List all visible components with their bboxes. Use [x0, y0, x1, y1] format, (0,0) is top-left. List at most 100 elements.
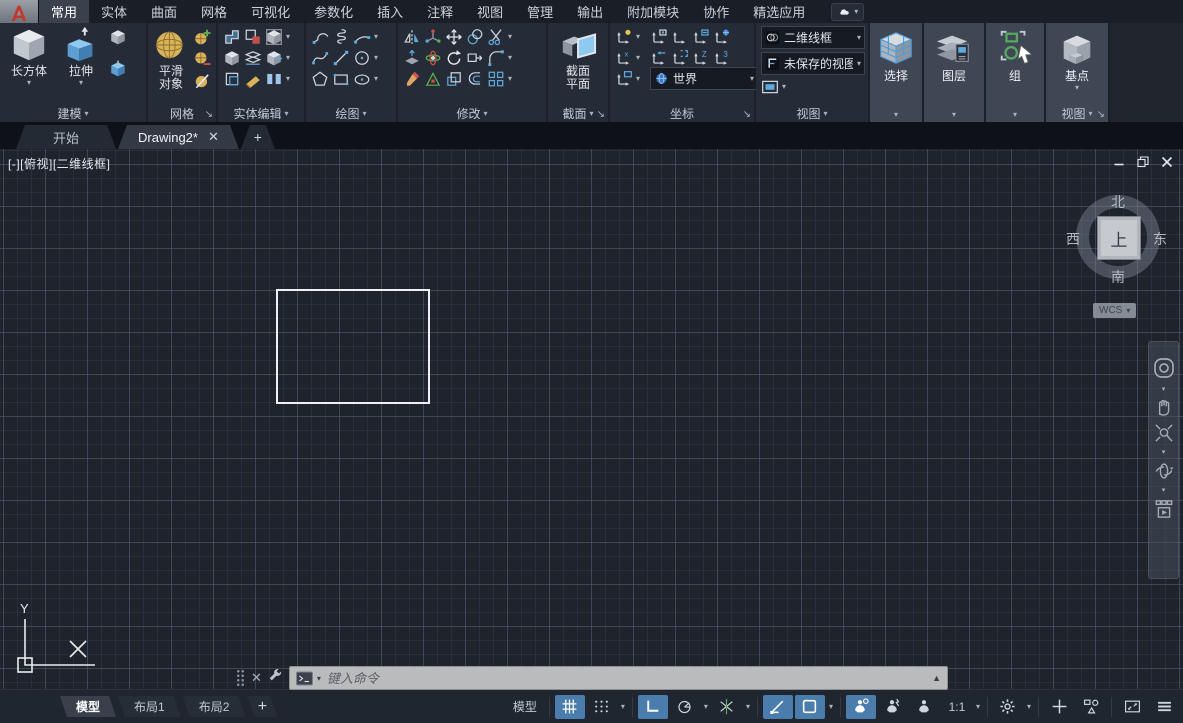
section-plane-button[interactable]: 截面 平面: [555, 26, 601, 91]
chevron-down-icon[interactable]: ▾: [374, 75, 378, 83]
chevron-down-icon[interactable]: ▾: [374, 54, 378, 62]
chevron-down-icon[interactable]: ▾: [1013, 111, 1017, 119]
named-view-combo[interactable]: 未保存的视图▾: [761, 52, 865, 75]
polar-tracking-toggle[interactable]: [670, 695, 700, 719]
ucs-axis-icon[interactable]: [671, 28, 689, 46]
chevron-down-icon[interactable]: ▾: [744, 702, 752, 711]
polysolid-icon[interactable]: [109, 60, 127, 78]
chevron-down-icon[interactable]: ▾: [827, 702, 835, 711]
erase-icon[interactable]: [403, 70, 421, 88]
chevron-down-icon[interactable]: ▾: [974, 702, 982, 711]
ucs-x-icon[interactable]: x: [615, 49, 633, 67]
mesh-refine-icon[interactable]: [193, 72, 211, 90]
snap-toggle[interactable]: [587, 695, 617, 719]
3d-move-gizmo-icon[interactable]: [424, 28, 442, 46]
ribbon-tab-surface[interactable]: 曲面: [139, 0, 189, 23]
ribbon-tab-mesh[interactable]: 网格: [189, 0, 239, 23]
object-snap-tracking-toggle[interactable]: [712, 695, 742, 719]
drawn-rectangle[interactable]: [276, 289, 430, 404]
interfere-icon[interactable]: [265, 28, 283, 46]
chevron-down-icon[interactable]: ▾: [636, 54, 640, 62]
cloud-menu-button[interactable]: ▾: [831, 3, 864, 21]
panel-label-solid-editing[interactable]: 实体编辑▾: [218, 105, 304, 122]
annotation-scale-button[interactable]: [910, 695, 940, 719]
mirror-icon[interactable]: [403, 28, 421, 46]
panel-label-coordinates[interactable]: 坐标: [610, 105, 754, 122]
ortho-toggle[interactable]: [638, 695, 668, 719]
panel-label-view[interactable]: 视图▾: [756, 105, 868, 122]
panel-view-2[interactable]: 基点 ▾ 视图▾ ↘: [1046, 23, 1110, 122]
chevron-down-icon[interactable]: ▾: [619, 702, 627, 711]
workspace-switch-button[interactable]: [993, 695, 1023, 719]
customize-wrench-icon[interactable]: [268, 668, 283, 688]
customization-menu-button[interactable]: [1149, 695, 1179, 719]
line-icon[interactable]: [332, 49, 350, 67]
ucs-z-axis-icon[interactable]: Z: [692, 49, 710, 67]
chevron-down-icon[interactable]: ▾: [1162, 385, 1166, 393]
panel-label-modify[interactable]: 修改▾: [398, 105, 546, 122]
fillet-icon[interactable]: [487, 49, 505, 67]
spline-icon[interactable]: [311, 49, 329, 67]
chevron-down-icon[interactable]: ▾: [894, 111, 898, 119]
ucs-object-icon[interactable]: [671, 49, 689, 67]
restore-icon[interactable]: [1137, 156, 1149, 168]
smooth-more-icon[interactable]: [193, 28, 211, 46]
shell-icon[interactable]: [223, 70, 241, 88]
navigation-wheel-icon[interactable]: [1152, 356, 1176, 380]
ucs-origin-icon[interactable]: [650, 28, 668, 46]
rectangle-icon[interactable]: [332, 70, 350, 88]
stretch-icon[interactable]: [466, 49, 484, 67]
ribbon-tab-manage[interactable]: 管理: [515, 0, 565, 23]
presspull-icon[interactable]: [109, 28, 127, 46]
viewcube-top-face[interactable]: 上: [1097, 216, 1141, 260]
chevron-down-icon[interactable]: ▾: [1025, 702, 1033, 711]
ribbon-tab-annotate[interactable]: 注释: [415, 0, 465, 23]
viewcube-west[interactable]: 西: [1066, 229, 1080, 249]
orbit-icon[interactable]: [1154, 461, 1174, 481]
ucs-world-icon[interactable]: [713, 28, 731, 46]
scale-icon[interactable]: [445, 70, 463, 88]
chevron-down-icon[interactable]: ▾: [1162, 486, 1166, 494]
panel-layers[interactable]: 图层 ▾: [924, 23, 986, 122]
close-icon[interactable]: [1161, 156, 1173, 168]
app-logo-button[interactable]: [0, 0, 39, 23]
ucs-combo[interactable]: 世界▾: [650, 67, 758, 90]
panel-selection[interactable]: 选择 ▾: [870, 23, 924, 122]
thicken-icon[interactable]: [244, 49, 262, 67]
extrude-button[interactable]: 拉伸▾: [57, 26, 105, 87]
ucs-view-icon[interactable]: [615, 70, 633, 88]
close-icon[interactable]: ✕: [208, 129, 219, 145]
annotation-visibility-toggle[interactable]: [846, 695, 876, 719]
layout-tab-layout1[interactable]: 布局1: [118, 696, 181, 717]
chevron-down-icon[interactable]: ▾: [508, 33, 512, 41]
annotation-scale-value[interactable]: 1:1: [942, 695, 972, 719]
new-layout-button[interactable]: +: [247, 696, 277, 717]
panel-launcher-icon[interactable]: ↘: [743, 110, 751, 120]
ribbon-tab-home[interactable]: 常用: [39, 0, 89, 23]
command-prompt-icon[interactable]: [296, 671, 313, 686]
zoom-extents-icon[interactable]: [1154, 423, 1174, 443]
wcs-dropdown[interactable]: WCS▾: [1093, 303, 1136, 318]
chevron-down-icon[interactable]: ▾: [286, 33, 290, 41]
panel-launcher-icon[interactable]: ↘: [1097, 110, 1105, 120]
chevron-down-icon[interactable]: ▾: [782, 83, 786, 91]
file-tab-start[interactable]: 开始: [16, 125, 116, 149]
arc-icon[interactable]: [353, 28, 371, 46]
ucs-3point-icon[interactable]: 3: [713, 49, 731, 67]
polygon-icon[interactable]: [311, 70, 329, 88]
3d-rotate-gizmo-icon[interactable]: [424, 49, 442, 67]
ribbon-tab-view[interactable]: 视图: [465, 0, 515, 23]
array-icon[interactable]: [487, 70, 505, 88]
viewport-controls[interactable]: [-][俯视][二维线框]: [8, 155, 111, 172]
chevron-down-icon[interactable]: ▾: [952, 111, 956, 119]
visual-style-combo[interactable]: 二维线框▾: [761, 26, 865, 49]
command-history-up-icon[interactable]: ▲: [932, 673, 941, 683]
panel-launcher-icon[interactable]: ↘: [205, 110, 213, 120]
smooth-object-button[interactable]: 平滑 对象: [153, 26, 189, 91]
show-motion-icon[interactable]: [1154, 499, 1174, 519]
viewport-config-icon[interactable]: [761, 78, 779, 96]
ribbon-tab-insert[interactable]: 插入: [365, 0, 415, 23]
subtract-icon[interactable]: [244, 28, 262, 46]
panel-launcher-icon[interactable]: ↘: [597, 110, 605, 120]
ellipse-icon[interactable]: [353, 70, 371, 88]
